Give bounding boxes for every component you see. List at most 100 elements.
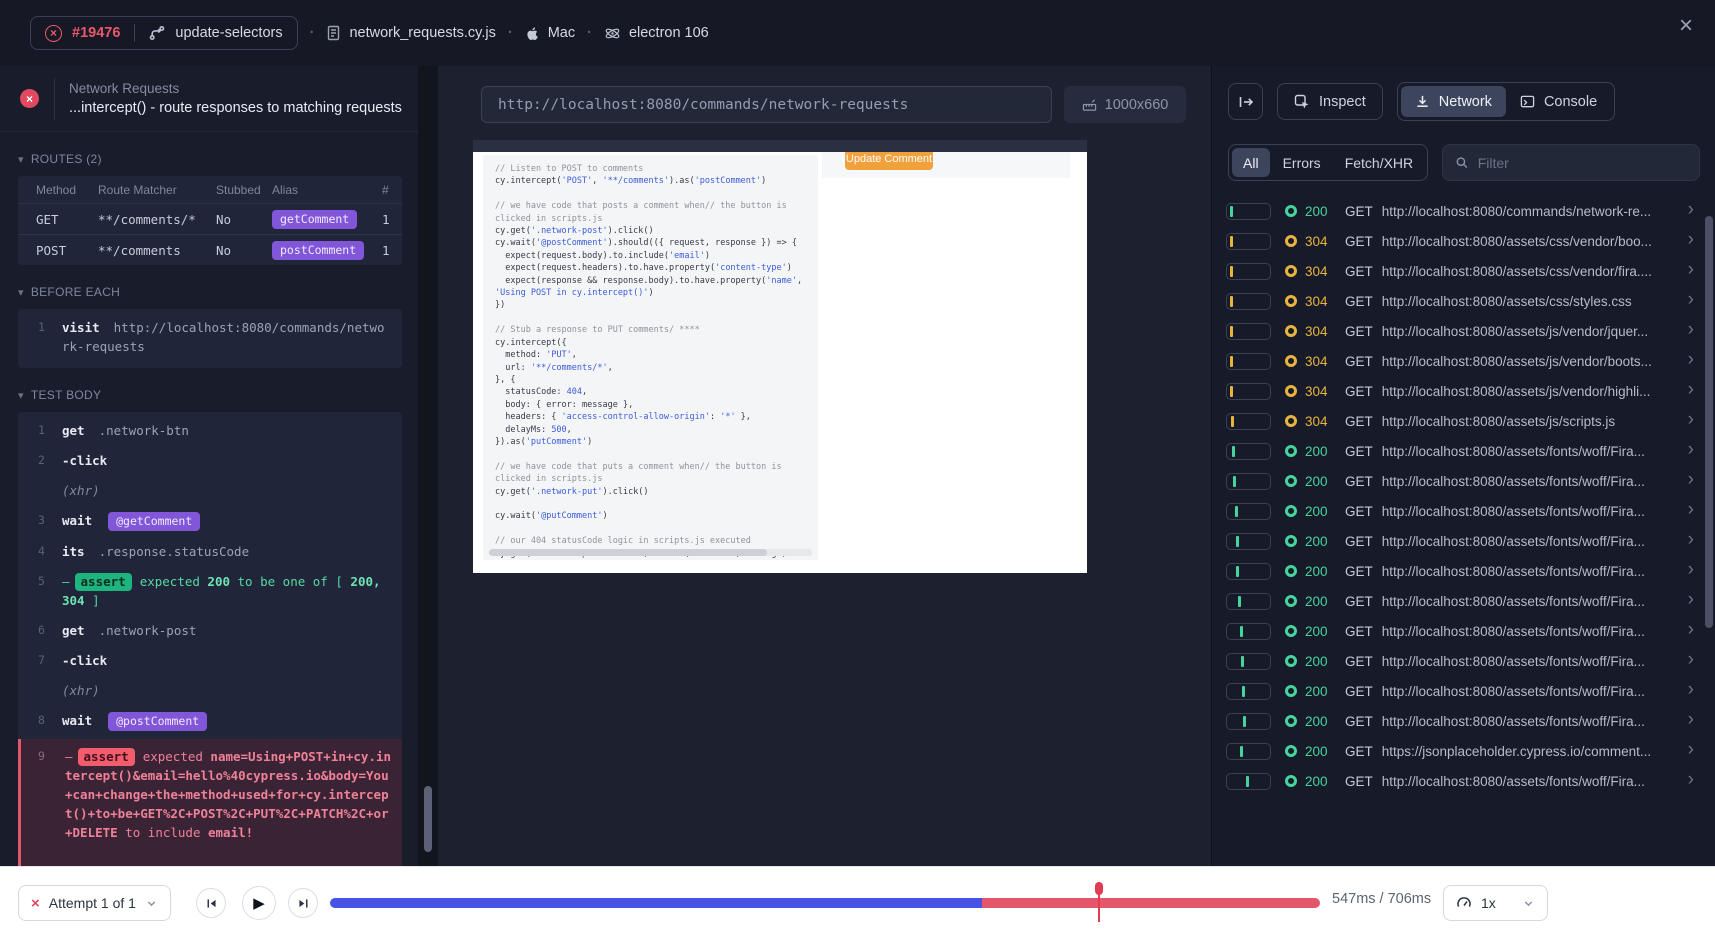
network-request-row[interactable]: 200 GET http://localhost:8080/assets/fon… xyxy=(1212,556,1702,586)
network-request-row[interactable]: 200 GET http://localhost:8080/assets/fon… xyxy=(1212,766,1702,796)
reporter-scrollbar[interactable] xyxy=(418,66,438,866)
filter-tab-all[interactable]: All xyxy=(1232,148,1270,177)
code-horizontal-scrollbar[interactable] xyxy=(489,549,812,556)
chevron-right-icon: › xyxy=(1688,649,1694,671)
test-header: × Network Requests ...intercept() - rout… xyxy=(0,66,418,132)
route-row[interactable]: POST **/comments No postComment 1 xyxy=(18,234,402,265)
request-url: http://localhost:8080/assets/fonts/woff/… xyxy=(1382,504,1682,519)
chevron-right-icon: › xyxy=(1688,619,1694,641)
playback-speed-selector[interactable]: 1x xyxy=(1443,885,1548,921)
test-body-section-header[interactable]: ▾ TEST BODY xyxy=(18,388,418,402)
network-request-row[interactable]: 200 GET http://localhost:8080/assets/fon… xyxy=(1212,586,1702,616)
network-request-row[interactable]: 200 GET http://localhost:8080/assets/fon… xyxy=(1212,616,1702,646)
console-icon xyxy=(1520,94,1535,109)
filter-input[interactable] xyxy=(1478,155,1687,171)
request-status: 304 xyxy=(1305,324,1341,339)
routes-column-header: Route Matcher xyxy=(98,183,216,197)
network-request-row[interactable]: 200 GET http://localhost:8080/assets/fon… xyxy=(1212,706,1702,736)
apple-icon xyxy=(525,25,540,42)
spec-file-item[interactable]: network_requests.cy.js xyxy=(326,25,495,41)
network-request-row[interactable]: 304 GET http://localhost:8080/assets/js/… xyxy=(1212,376,1702,406)
run-info-pill[interactable]: × #19476 update-selectors xyxy=(30,16,298,50)
play-button[interactable]: ▶ xyxy=(242,886,276,920)
chevron-right-icon: › xyxy=(1688,769,1694,791)
command-row[interactable]: 7 -click xyxy=(18,646,402,676)
collapse-panel-icon xyxy=(1238,94,1254,110)
command-assert-failed[interactable]: 9 –assertexpected name=Using+POST+in+cy.… xyxy=(18,739,402,866)
request-status: 200 xyxy=(1305,534,1341,549)
tab-console[interactable]: Console xyxy=(1506,86,1611,117)
request-url: http://localhost:8080/assets/fonts/woff/… xyxy=(1382,474,1682,489)
command-row[interactable]: 6 get.network-post xyxy=(18,616,402,646)
request-status-icon xyxy=(1285,715,1297,727)
network-request-row[interactable]: 304 GET http://localhost:8080/assets/js/… xyxy=(1212,316,1702,346)
routes-section-header[interactable]: ▾ ROUTES (2) xyxy=(18,152,418,166)
skip-to-end-button[interactable] xyxy=(288,888,318,918)
request-timing-bar xyxy=(1226,473,1271,490)
command-row[interactable]: 1 visithttp://localhost:8080/commands/ne… xyxy=(18,313,402,362)
request-timing-bar xyxy=(1226,683,1271,700)
network-request-row[interactable]: 200 GET http://localhost:8080/commands/n… xyxy=(1212,196,1702,226)
command-assert-passed[interactable]: 5 –assertexpected 200 to be one of [ 200… xyxy=(18,567,402,616)
skip-end-icon xyxy=(297,897,310,910)
network-request-row[interactable]: 200 GET http://localhost:8080/assets/fon… xyxy=(1212,496,1702,526)
network-request-row[interactable]: 304 GET http://localhost:8080/assets/css… xyxy=(1212,286,1702,316)
network-request-row[interactable]: 304 GET http://localhost:8080/assets/css… xyxy=(1212,256,1702,286)
scrollbar-thumb[interactable] xyxy=(424,786,432,852)
request-status-icon xyxy=(1285,775,1297,787)
request-timing-bar xyxy=(1226,353,1271,370)
command-row[interactable]: 3 wait@getComment xyxy=(18,506,402,537)
command-row[interactable]: 4 its.response.statusCode xyxy=(18,537,402,567)
collapse-panel-button[interactable] xyxy=(1228,83,1263,120)
command-event-row[interactable]: (xhr) xyxy=(18,676,402,706)
network-request-row[interactable]: 200 GET http://localhost:8080/assets/fon… xyxy=(1212,466,1702,496)
filter-tab-fetchxhr[interactable]: Fetch/XHR xyxy=(1334,148,1424,177)
request-status-icon xyxy=(1285,235,1297,247)
timeline-marker[interactable] xyxy=(1098,882,1100,922)
inspect-button[interactable]: Inspect xyxy=(1277,83,1383,120)
filter-tab-errors[interactable]: Errors xyxy=(1272,148,1332,177)
request-method: GET xyxy=(1345,624,1373,639)
before-each-section-header[interactable]: ▾ BEFORE EACH xyxy=(18,285,418,299)
timeline-scrubber[interactable] xyxy=(330,898,1320,908)
network-request-row[interactable]: 200 GET https://jsonplaceholder.cypress.… xyxy=(1212,736,1702,766)
network-request-row[interactable]: 304 GET http://localhost:8080/assets/js/… xyxy=(1212,406,1702,436)
request-timing-bar xyxy=(1226,503,1271,520)
close-button[interactable]: × xyxy=(1679,14,1693,38)
filter-field[interactable] xyxy=(1442,144,1700,181)
request-status: 200 xyxy=(1305,564,1341,579)
chevron-right-icon: › xyxy=(1688,469,1694,491)
command-row[interactable]: 2 -click xyxy=(18,446,402,476)
aut-preview-panel: 1000x660 Update Comment // Listen to POS… xyxy=(438,66,1211,866)
tab-network[interactable]: Network xyxy=(1401,86,1506,117)
request-method: GET xyxy=(1345,414,1373,429)
request-url: http://localhost:8080/assets/fonts/woff/… xyxy=(1382,714,1682,729)
aut-url-input[interactable] xyxy=(481,86,1052,123)
network-request-row[interactable]: 200 GET http://localhost:8080/assets/fon… xyxy=(1212,526,1702,556)
skip-to-start-button[interactable] xyxy=(196,888,226,918)
network-request-row[interactable]: 200 GET http://localhost:8080/assets/fon… xyxy=(1212,646,1702,676)
chevron-right-icon: › xyxy=(1688,409,1694,431)
timeline-marker-knob[interactable] xyxy=(1095,882,1103,895)
request-status: 200 xyxy=(1305,504,1341,519)
request-status: 304 xyxy=(1305,294,1341,309)
routes-table: MethodRoute MatcherStubbedAlias# GET **/… xyxy=(18,176,402,265)
scrollbar-thumb[interactable] xyxy=(489,549,767,556)
route-row[interactable]: GET **/comments/* No getComment 1 xyxy=(18,203,402,234)
command-row[interactable]: 1 get.network-btn xyxy=(18,416,402,446)
request-url: http://localhost:8080/assets/fonts/woff/… xyxy=(1382,654,1682,669)
request-method: GET xyxy=(1345,234,1373,249)
command-event-row[interactable]: (xhr) xyxy=(18,476,402,506)
playback-bar: × Attempt 1 of 1 ▶ 547ms / 706ms 1x xyxy=(0,866,1715,937)
devtools-scrollbar-thumb[interactable] xyxy=(1705,216,1713,628)
network-request-row[interactable]: 200 GET http://localhost:8080/assets/fon… xyxy=(1212,436,1702,466)
request-method: GET xyxy=(1345,534,1373,549)
request-status-icon xyxy=(1285,205,1297,217)
separator-dot: · xyxy=(310,25,315,41)
network-request-row[interactable]: 200 GET http://localhost:8080/assets/fon… xyxy=(1212,676,1702,706)
attempt-selector[interactable]: × Attempt 1 of 1 xyxy=(18,885,171,921)
command-row[interactable]: 8 wait@postComment xyxy=(18,706,402,737)
network-request-row[interactable]: 304 GET http://localhost:8080/assets/css… xyxy=(1212,226,1702,256)
request-url: http://localhost:8080/assets/fonts/woff/… xyxy=(1382,684,1682,699)
network-request-row[interactable]: 304 GET http://localhost:8080/assets/js/… xyxy=(1212,346,1702,376)
